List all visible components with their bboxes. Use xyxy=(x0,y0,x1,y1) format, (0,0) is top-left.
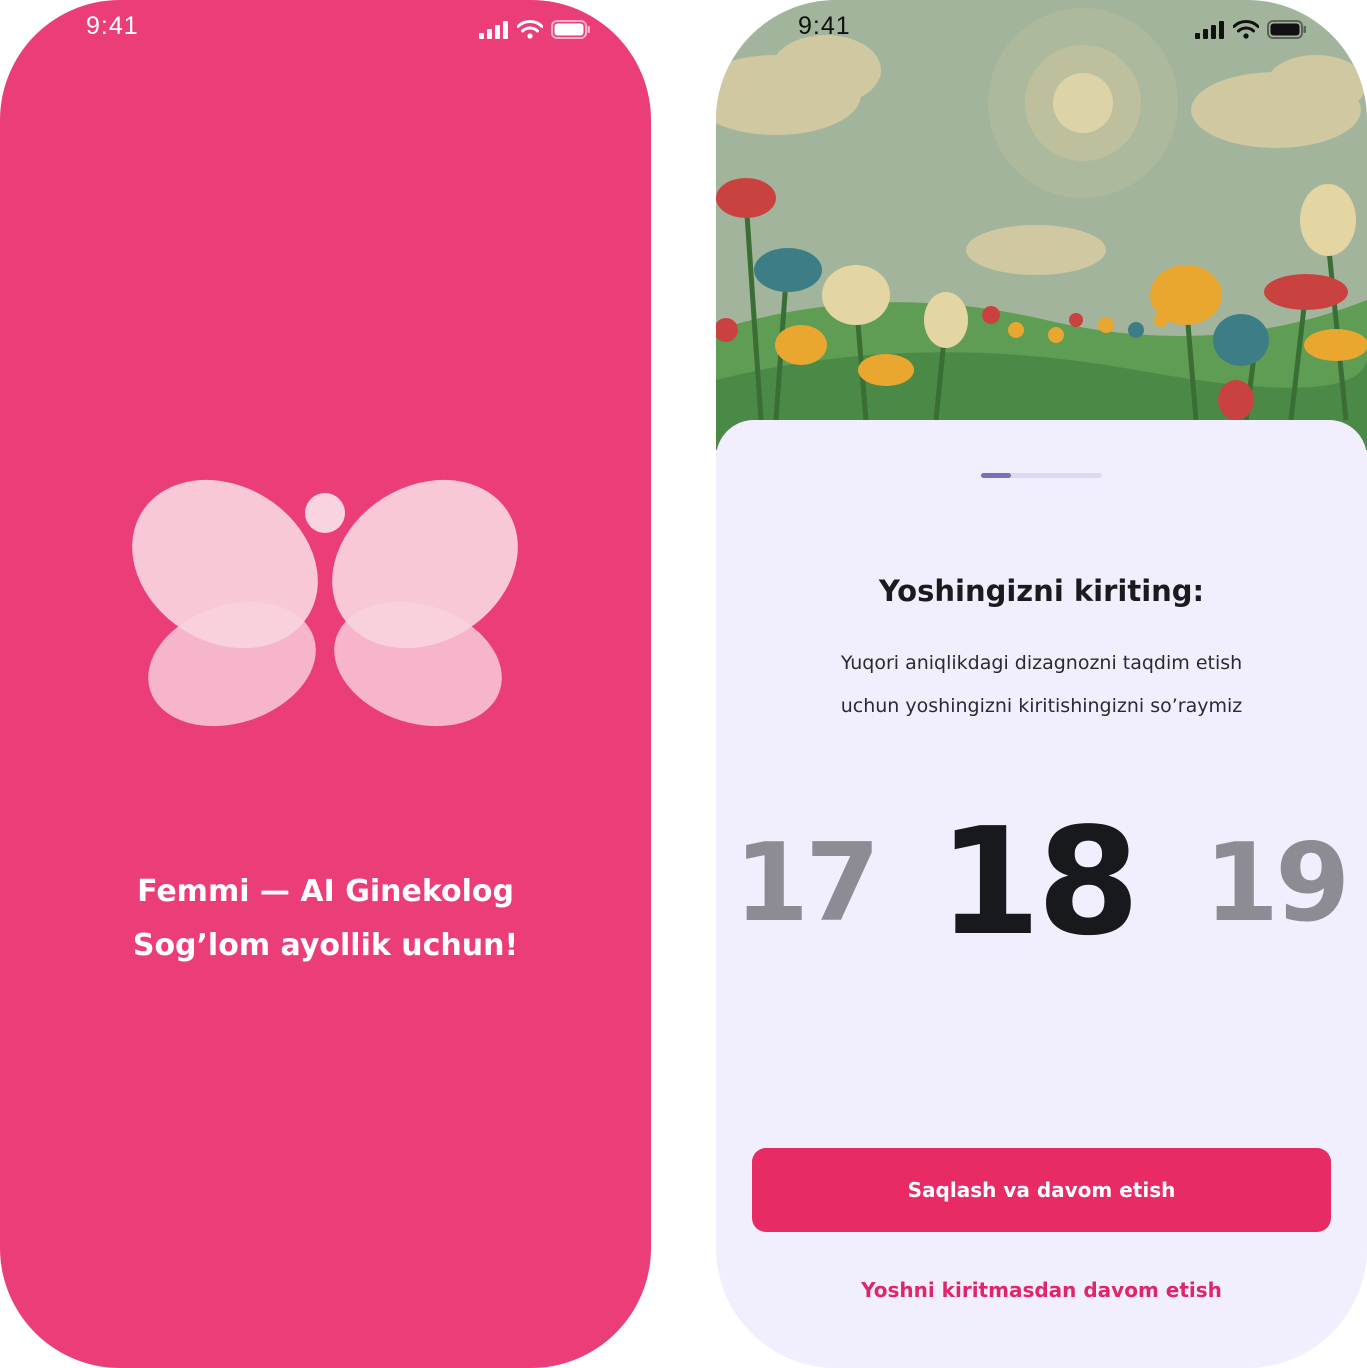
app-subtitle: Sog’lom ayollik uchun! xyxy=(132,928,519,963)
age-option-next[interactable]: 19 xyxy=(1204,830,1350,938)
wifi-icon xyxy=(1233,20,1259,39)
battery-icon xyxy=(551,20,590,39)
status-time: 9:41 xyxy=(798,12,851,40)
wifi-icon xyxy=(517,20,543,39)
age-description: Yuqori aniqlikdagi dizagnozni taqdim eti… xyxy=(776,642,1307,728)
age-input-screen: 9:41 Yoshingizni kiriting: Yuqori aniqli… xyxy=(716,0,1367,1368)
age-title: Yoshingizni kiriting: xyxy=(878,574,1205,608)
status-icons xyxy=(479,17,591,39)
age-option-selected[interactable]: 18 xyxy=(938,808,1140,956)
age-description-line-2: uchun yoshingizni kiritishingizni so’ray… xyxy=(840,695,1243,717)
battery-icon xyxy=(1267,20,1306,39)
skip-age-link[interactable]: Yoshni kiritmasdan davom etish xyxy=(716,1278,1367,1302)
flower-meadow-illustration xyxy=(716,0,1367,450)
signal-icon xyxy=(479,21,508,39)
butterfly-logo-icon xyxy=(132,479,518,727)
age-description-line-1: Yuqori aniqlikdagi dizagnozni taqdim eti… xyxy=(840,652,1243,674)
progress-fill xyxy=(981,473,1012,478)
splash-screen: 9:41 Femmi — AI Ginekolog Sog’lom ayolli… xyxy=(0,0,651,1368)
signal-icon xyxy=(1195,21,1224,39)
status-bar: 9:41 xyxy=(716,0,1367,56)
status-time: 9:41 xyxy=(86,12,139,40)
save-continue-button[interactable]: Saqlash va davom etish xyxy=(752,1148,1331,1232)
onboarding-progress xyxy=(981,473,1102,478)
bottom-sheet: Yoshingizni kiriting: Yuqori aniqlikdagi… xyxy=(716,420,1367,1368)
status-bar: 9:41 xyxy=(0,0,651,56)
status-icons xyxy=(1195,17,1307,39)
age-option-previous[interactable]: 17 xyxy=(734,830,880,938)
app-title: Femmi — AI Ginekolog xyxy=(137,874,514,909)
